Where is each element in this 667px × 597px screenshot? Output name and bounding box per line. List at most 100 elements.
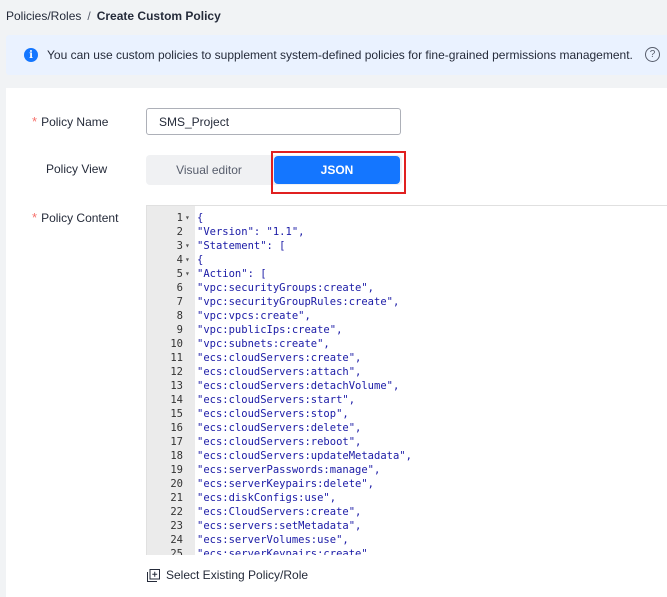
fold-arrow-icon[interactable]: ▾ [185, 253, 190, 267]
breadcrumb: Policies/Roles / Create Custom Policy [6, 9, 221, 23]
code-text: "ecs:serverVolumes:use", [197, 534, 349, 546]
line-number: 18 [170, 450, 183, 462]
code-line: 7 "vpc:securityGroupRules:create", [147, 295, 667, 309]
code-text: "ecs:cloudServers:start", [197, 394, 356, 406]
required-mark: * [32, 114, 38, 129]
line-number: 17 [170, 436, 183, 448]
code-line: 17 "ecs:cloudServers:reboot", [147, 435, 667, 449]
line-number: 5 [176, 268, 183, 280]
code-text: "ecs:cloudServers:create", [197, 352, 362, 364]
line-number: 22 [170, 506, 183, 518]
code-line: 18 "ecs:cloudServers:updateMetadata", [147, 449, 667, 463]
line-number: 19 [170, 464, 183, 476]
code-text: "Action": [ [197, 268, 267, 280]
info-icon: i [24, 48, 38, 62]
code-text: "vpc:securityGroupRules:create", [197, 296, 400, 308]
line-number: 14 [170, 394, 183, 406]
code-line: 24 "ecs:serverVolumes:use", [147, 533, 667, 547]
code-text: "vpc:securityGroups:create", [197, 282, 375, 294]
code-line: 20 "ecs:serverKeypairs:delete", [147, 477, 667, 491]
code-line: 23 "ecs:servers:setMetadata", [147, 519, 667, 533]
code-line: 1 ▾ { [147, 211, 667, 225]
policy-content-label-text: Policy Content [41, 210, 119, 225]
line-number: 12 [170, 366, 183, 378]
policy-name-input[interactable] [146, 108, 401, 135]
code-text: "vpc:publicIps:create", [197, 324, 343, 336]
code-line: 25 "ecs:serverKeypairs:create", [147, 547, 667, 555]
select-existing-policy-link[interactable]: Select Existing Policy/Role [147, 568, 308, 582]
code-line: 14 "ecs:cloudServers:start", [147, 393, 667, 407]
code-line: 5 ▾ "Action": [ [147, 267, 667, 281]
code-line: 13 "ecs:cloudServers:detachVolume", [147, 379, 667, 393]
code-line: 2 "Version": "1.1", [147, 225, 667, 239]
required-mark: * [32, 210, 38, 225]
code-text: "ecs:servers:setMetadata", [197, 520, 362, 532]
line-number: 4 [176, 254, 183, 266]
policy-view-label: Policy View [46, 162, 107, 176]
code-line: 10 "vpc:subnets:create", [147, 337, 667, 351]
code-text: "ecs:cloudServers:attach", [197, 366, 362, 378]
code-text: "ecs:serverKeypairs:create", [197, 548, 375, 555]
code-text: "vpc:subnets:create", [197, 338, 330, 350]
policy-name-label-text: Policy Name [41, 114, 109, 129]
line-number: 21 [170, 492, 183, 504]
line-number: 25 [170, 548, 183, 555]
help-icon[interactable]: ? [645, 47, 660, 62]
line-number: 16 [170, 422, 183, 434]
line-number: 10 [170, 338, 183, 350]
policy-content-label: * Policy Content [32, 210, 118, 225]
notice-text: You can use custom policies to supplemen… [47, 48, 633, 62]
select-existing-label: Select Existing Policy/Role [166, 568, 309, 582]
line-number: 11 [170, 352, 183, 364]
code-text: "ecs:CloudServers:create", [197, 506, 362, 518]
code-line: 21 "ecs:diskConfigs:use", [147, 491, 667, 505]
breadcrumb-policies-roles[interactable]: Policies/Roles [6, 9, 81, 23]
code-text: "ecs:cloudServers:reboot", [197, 436, 362, 448]
json-highlight-annotation [271, 151, 406, 194]
fold-arrow-icon[interactable]: ▾ [185, 267, 190, 281]
line-number: 2 [176, 226, 183, 238]
line-number: 6 [176, 282, 183, 294]
info-notice: i You can use custom policies to supplem… [6, 35, 667, 75]
code-text: "Statement": [ [197, 240, 286, 252]
code-text: "Version": "1.1", [197, 226, 305, 238]
json-code-editor[interactable]: 1 ▾{2 "Version": "1.1", 3 ▾ "Statement": [4 ▾{… [146, 205, 667, 555]
policy-view-label-text: Policy View [46, 162, 108, 176]
code-text: "ecs:cloudServers:delete", [197, 422, 362, 434]
code-line: 9 "vpc:publicIps:create", [147, 323, 667, 337]
line-number: 20 [170, 478, 183, 490]
page-title: Create Custom Policy [96, 9, 221, 23]
code-line: 4 ▾ { [147, 253, 667, 267]
line-number: 9 [176, 324, 183, 336]
breadcrumb-separator: / [87, 9, 91, 23]
code-text: "ecs:cloudServers:stop", [197, 408, 349, 420]
code-line: 12 "ecs:cloudServers:attach", [147, 365, 667, 379]
fold-arrow-icon[interactable]: ▾ [185, 239, 190, 253]
fold-arrow-icon[interactable]: ▾ [185, 211, 190, 225]
code-text: { [197, 212, 204, 224]
code-line: 15 "ecs:cloudServers:stop", [147, 407, 667, 421]
code-text: "vpc:vpcs:create", [197, 310, 311, 322]
line-number: 13 [170, 380, 183, 392]
code-line: 6 "vpc:securityGroups:create", [147, 281, 667, 295]
code-text: "ecs:serverPasswords:manage", [197, 464, 381, 476]
code-text: "ecs:serverKeypairs:delete", [197, 478, 375, 490]
code-line: 11 "ecs:cloudServers:create", [147, 351, 667, 365]
code-text: "ecs:cloudServers:updateMetadata", [197, 450, 412, 462]
line-number: 8 [176, 310, 183, 322]
line-number: 24 [170, 534, 183, 546]
line-number: 15 [170, 408, 183, 420]
code-text: "ecs:diskConfigs:use", [197, 492, 337, 504]
code-line: 22 "ecs:CloudServers:create", [147, 505, 667, 519]
code-line: 8 "vpc:vpcs:create", [147, 309, 667, 323]
line-number: 23 [170, 520, 183, 532]
line-number: 7 [176, 296, 183, 308]
code-text: { [197, 254, 204, 266]
line-number: 3 [176, 240, 183, 252]
code-line: 19 "ecs:serverPasswords:manage", [147, 463, 667, 477]
visual-editor-option[interactable]: Visual editor [146, 155, 272, 185]
code-line: 16 "ecs:cloudServers:delete", [147, 421, 667, 435]
line-number: 1 [176, 212, 183, 224]
policy-name-label: * Policy Name [32, 114, 108, 129]
code-line: 3 ▾ "Statement": [ [147, 239, 667, 253]
